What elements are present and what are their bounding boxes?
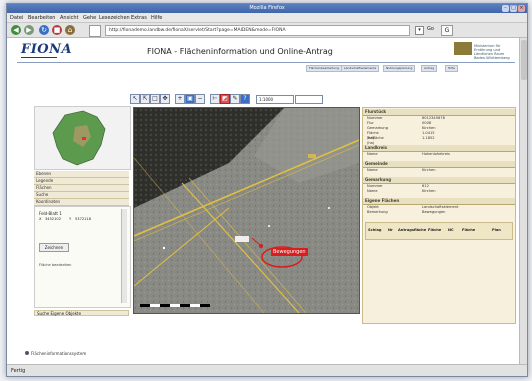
status-bar: Fertig — [7, 364, 527, 376]
tab-hilfe[interactable]: Hilfe — [445, 65, 458, 72]
menu-ansicht[interactable]: Ansicht — [60, 15, 78, 21]
aerial-photo — [134, 108, 359, 313]
col-header: NC — [448, 228, 454, 232]
status-text: Fertig — [11, 368, 26, 374]
ministry-logo — [454, 42, 472, 55]
feature-name: Feld-Blatt 1 — [39, 211, 62, 216]
coord-y-label: Y — [69, 217, 72, 221]
select-icon[interactable]: ⇱ — [140, 94, 150, 104]
col-header: Nr — [388, 228, 393, 232]
header-divider — [17, 62, 515, 63]
panel-scrollbar[interactable] — [121, 209, 127, 303]
menu-gehe[interactable]: Gehe — [83, 15, 96, 21]
section-gemeinde: Gemeinde — [363, 161, 515, 168]
page-footer: Flächeninformationssystem — [25, 351, 86, 356]
edit-note: Fläche bearbeiten — [39, 263, 72, 267]
back-icon[interactable]: ◀ — [11, 25, 21, 35]
ministry-name: Ministerium für Ernährung und Ländlichen… — [474, 44, 510, 60]
col-header: Fläche — [462, 228, 476, 232]
menu-datei[interactable]: Datei — [10, 15, 23, 21]
scroll-thumb[interactable] — [521, 40, 527, 80]
menu-koordinaten[interactable]: Koordinaten — [34, 199, 129, 206]
pan-icon[interactable]: ✥ — [160, 94, 170, 104]
col-header: Plan — [492, 228, 501, 232]
section-eigene-flaechen: Eigene Flächen — [363, 198, 515, 205]
pointer-icon[interactable]: ↖ — [130, 94, 140, 104]
draw-polygon-icon[interactable]: ◩ — [220, 94, 230, 104]
section-landkreis: Landkreis — [363, 145, 515, 152]
menu-bar: Datei Bearbeiten Ansicht Gehe Lesezeiche… — [7, 13, 527, 23]
page-title: FIONA - Flächeninformation und Online-An… — [147, 47, 333, 56]
scale-select[interactable]: 1:1000 — [256, 95, 294, 104]
menu-extras[interactable]: Extras — [131, 15, 147, 21]
close-icon[interactable]: × — [518, 5, 525, 12]
col-header: Antragsfläche — [398, 228, 427, 232]
coord-x-label: X — [39, 217, 42, 221]
draw-button[interactable]: Zeichnen — [39, 243, 69, 252]
tab-landschaftselemente[interactable]: Landschaftselemente — [341, 65, 380, 72]
home-icon[interactable]: ⌂ — [65, 25, 75, 35]
zoom-box-icon[interactable]: □ — [150, 94, 160, 104]
menu-legende[interactable]: Legende — [34, 178, 129, 185]
go-button[interactable]: Go — [427, 26, 434, 32]
col-header: Schlag — [368, 228, 382, 232]
search-engine-icon[interactable]: G — [441, 25, 453, 36]
dropdown-arrow-icon[interactable]: ▾ — [415, 26, 424, 35]
url-input[interactable]: http://fionademo.landbw.de/fionaX/servle… — [105, 25, 410, 36]
scale-input[interactable] — [295, 95, 323, 104]
coord-x-value: 3452102 — [45, 217, 62, 221]
browser-window: Mozilla Firefox – □ × Datei Bearbeiten A… — [6, 3, 528, 377]
menu-bearbeiten[interactable]: Bearbeiten — [28, 15, 55, 21]
feature-panel: Feld-Blatt 1 X 3452102 Y 5372118 Zeichne… — [34, 206, 131, 308]
window-title: Mozilla Firefox — [249, 5, 285, 11]
tab-antrag[interactable]: Antrag — [421, 65, 438, 72]
zoom-out-icon[interactable]: − — [195, 94, 205, 104]
menu-suche[interactable]: Suche — [34, 192, 129, 199]
reload-icon[interactable]: ↻ — [39, 25, 49, 35]
col-header: Fläche — [428, 228, 442, 232]
page-scrollbar[interactable] — [519, 38, 527, 364]
menu-lesezeichen[interactable]: Lesezeichen — [99, 15, 130, 21]
aerial-map[interactable]: Bewegungen — [133, 107, 360, 314]
help-icon[interactable]: ? — [240, 94, 250, 104]
search-objects-link[interactable]: Suche Eigene Objekte — [34, 310, 129, 316]
coord-y-value: 5372118 — [75, 217, 92, 221]
maximize-icon[interactable]: □ — [510, 5, 517, 12]
tab-nutzungsplanung[interactable]: Nutzungsplanung — [383, 65, 416, 72]
zoom-extent-icon[interactable]: ▣ — [185, 94, 195, 104]
section-flurstueck: Flurstück — [363, 109, 515, 116]
minimize-icon[interactable]: – — [502, 5, 509, 12]
logo-underline — [21, 57, 57, 58]
info-panel: Flurstück Nummer 6012345678 Flur 0008 Gema… — [362, 107, 516, 324]
edit-icon[interactable]: ✎ — [230, 94, 240, 104]
info-icon — [25, 351, 29, 355]
page-icon — [89, 25, 101, 37]
stop-icon[interactable]: ■ — [52, 25, 62, 35]
menu-flaechen[interactable]: Flächen — [34, 185, 129, 192]
region-map-shape — [52, 110, 106, 166]
table-header: Schlag Nr Antragsfläche Fläche NC Fläche… — [365, 222, 513, 240]
web-page: FIONA FIONA - Flächeninformation und Onl… — [7, 38, 519, 364]
menu-ebenen[interactable]: Ebenen — [34, 171, 129, 178]
menu-hilfe[interactable]: Hilfe — [151, 15, 162, 21]
layer-menu: Ebenen Legende Flächen Suche Koordinaten — [34, 171, 129, 206]
fiona-logo: FIONA — [21, 42, 73, 57]
title-bar: Mozilla Firefox – □ × — [7, 4, 527, 13]
footer-text: Flächeninformationssystem — [31, 351, 87, 356]
measure-icon[interactable]: ⊢ — [210, 94, 220, 104]
overview-map[interactable] — [34, 106, 131, 170]
tab-flaechenbearbeitung[interactable]: Flächenbearbeitung — [306, 65, 342, 72]
forward-icon[interactable]: ▶ — [24, 25, 34, 35]
map-label: Bewegungen — [271, 248, 308, 256]
section-gemarkung: Gemarkung — [363, 177, 515, 184]
zoom-in-icon[interactable]: + — [175, 94, 185, 104]
navigation-toolbar: ◀ ▶ ↻ ■ ⌂ http://fionademo.landbw.de/fio… — [7, 23, 527, 38]
scale-bar — [140, 304, 210, 307]
